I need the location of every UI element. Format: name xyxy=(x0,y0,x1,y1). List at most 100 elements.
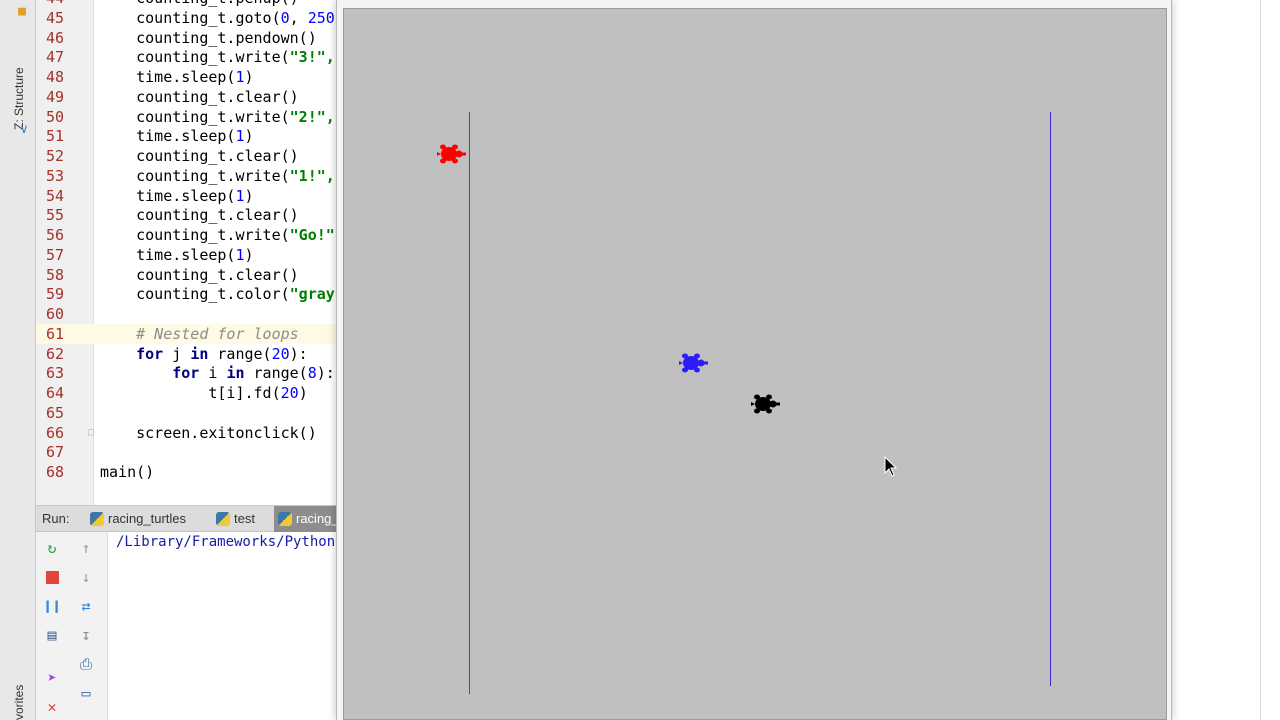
line-number: 49 xyxy=(45,87,64,106)
code-token: "2!", xyxy=(289,107,335,126)
code-token: counting_t.penup() xyxy=(100,0,299,7)
code-token: time.sleep( xyxy=(100,186,236,205)
turtle-icon xyxy=(751,394,780,414)
close-icon[interactable]: ✕ xyxy=(43,698,61,716)
code-token: counting_t.clear() xyxy=(100,265,299,284)
line-number: 61 xyxy=(45,324,64,343)
code-line[interactable]: 55 counting_t.clear() xyxy=(36,205,336,225)
favorites-tool-button[interactable]: vorites xyxy=(12,672,26,720)
code-line[interactable]: 52 counting_t.clear() xyxy=(36,146,336,166)
code-line[interactable]: 58 counting_t.clear() xyxy=(36,265,336,285)
run-tab-label: test xyxy=(234,511,255,526)
line-number: 47 xyxy=(45,48,64,67)
line-number: 68 xyxy=(45,463,64,481)
run-tab-label: racing_turtles xyxy=(296,511,336,526)
pause-icon[interactable]: ❙❙ xyxy=(43,597,61,615)
code-line[interactable]: 49 counting_t.clear() xyxy=(36,87,336,107)
code-line[interactable]: 62 for j in range(20): xyxy=(36,344,336,364)
code-token: ) xyxy=(244,68,254,86)
code-line[interactable]: 45 counting_t.goto(0, 250 xyxy=(36,8,336,28)
code-line[interactable]: 63 for i in range(8): xyxy=(36,363,336,383)
line-number: 65 xyxy=(45,403,64,422)
start-line xyxy=(469,112,470,694)
code-token: 1 xyxy=(235,127,245,146)
line-number: 66 xyxy=(45,423,64,442)
soft-wrap-icon[interactable]: ⇄ xyxy=(77,597,95,615)
window-edge xyxy=(1260,0,1261,720)
code-line[interactable]: 57 time.sleep(1) xyxy=(36,245,336,265)
arrow-down-icon[interactable]: ↓ xyxy=(77,568,95,586)
code-line[interactable]: 50 counting_t.write("2!", xyxy=(36,107,336,127)
code-token: , xyxy=(289,8,308,27)
code-token: time.sleep( xyxy=(100,127,236,146)
line-number: 45 xyxy=(45,8,64,27)
code-token: counting_t.write( xyxy=(100,107,290,126)
code-line[interactable]: 46 counting_t.pendown() xyxy=(36,28,336,48)
structure-icon[interactable]: ∨ xyxy=(16,122,32,138)
code-text: time.sleep(1) xyxy=(100,186,254,206)
code-token: range( xyxy=(208,344,272,363)
code-line[interactable]: 48 time.sleep(1) xyxy=(36,67,336,87)
trash-icon[interactable]: ▭ xyxy=(77,684,95,702)
code-line[interactable]: 60 xyxy=(36,304,336,324)
line-number: 56 xyxy=(45,226,64,244)
code-token: "3!", xyxy=(289,48,335,67)
turtle-graphics-window[interactable] xyxy=(336,0,1172,720)
code-token: in xyxy=(226,364,245,383)
rerun-icon[interactable]: ↻ xyxy=(43,539,61,557)
code-token: counting_t.clear() xyxy=(100,206,299,225)
run-tab-racing-turtles[interactable]: racing_turtles xyxy=(86,506,186,532)
red-turtle xyxy=(436,143,466,168)
code-text: counting_t.pendown() xyxy=(100,28,317,48)
code-line[interactable]: 53 counting_t.write("1!", xyxy=(36,166,336,186)
code-token: range( xyxy=(244,364,308,383)
line-number: 67 xyxy=(45,443,64,462)
structure-tool-button[interactable]: Z: Structure xyxy=(12,40,26,130)
code-text: counting_t.write("Go!" xyxy=(100,225,335,245)
python-icon xyxy=(216,512,230,526)
project-icon[interactable]: ■ xyxy=(14,4,30,20)
layout-icon[interactable]: ▤ xyxy=(43,626,61,644)
code-line[interactable]: 51 time.sleep(1) xyxy=(36,126,336,146)
line-number: 46 xyxy=(45,28,64,47)
stop-icon[interactable] xyxy=(43,568,61,586)
code-text: counting_t.write("3!", xyxy=(100,47,335,67)
arrow-up-icon[interactable]: ↑ xyxy=(77,539,95,557)
code-token: 250 xyxy=(307,8,335,27)
code-token: counting_t.write( xyxy=(100,166,290,185)
turtle-icon xyxy=(679,353,708,373)
code-text: for j in range(20): xyxy=(100,344,308,364)
code-line[interactable]: 64 t[i].fd(20) xyxy=(36,383,336,403)
black-turtle xyxy=(750,393,780,418)
code-line[interactable]: 61 # Nested for loops xyxy=(36,323,336,344)
code-token: in xyxy=(190,344,209,363)
python-icon xyxy=(278,512,292,526)
tool-window-strip: ■ Z: Structure ∨ vorites xyxy=(0,0,36,720)
code-line[interactable]: 47 counting_t.write("3!", xyxy=(36,47,336,67)
code-line[interactable]: 56 counting_t.write("Go!" xyxy=(36,225,336,245)
background-window xyxy=(1172,0,1280,720)
code-token: ) xyxy=(244,186,254,205)
line-number: 64 xyxy=(45,384,64,402)
code-token: 20 xyxy=(271,344,290,363)
run-tab-racing-turtles-active[interactable]: racing_turtles xyxy=(274,506,336,532)
print-icon[interactable]: ⎙ xyxy=(77,655,95,673)
code-editor[interactable]: 44 counting_t.penup()45 counting_t.goto(… xyxy=(36,0,336,505)
fold-marker-icon[interactable]: □ xyxy=(88,423,94,443)
code-line[interactable]: 66 □ screen.exitonclick() xyxy=(36,423,336,443)
code-text: counting_t.clear() xyxy=(100,265,299,285)
pin-icon[interactable]: ➤ xyxy=(43,669,61,687)
turtle-canvas[interactable] xyxy=(343,8,1167,720)
code-text: counting_t.write("1!", xyxy=(100,166,335,186)
code-token: counting_t.write( xyxy=(100,48,290,67)
code-token: for xyxy=(172,364,200,383)
code-line[interactable]: 59 counting_t.color("gray" xyxy=(36,284,336,304)
run-tab-test[interactable]: test xyxy=(212,506,255,532)
code-line[interactable]: 65 xyxy=(36,403,336,423)
code-line[interactable]: 68 main() xyxy=(36,462,336,482)
code-line[interactable]: 67 xyxy=(36,442,336,462)
code-line[interactable]: 54 time.sleep(1) xyxy=(36,186,336,206)
line-number: 55 xyxy=(45,206,64,225)
line-number: 54 xyxy=(45,186,64,205)
scroll-to-end-icon[interactable]: ↧ xyxy=(77,626,95,644)
